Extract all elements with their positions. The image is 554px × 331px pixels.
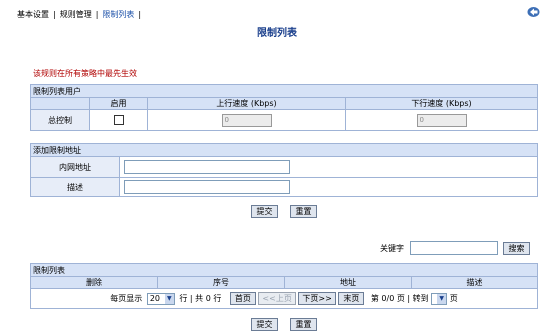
goto-suffix: 页 [449, 294, 458, 303]
goto-page-select[interactable]: ▼ [431, 292, 448, 305]
keyword-input[interactable] [410, 241, 498, 255]
page-suffix: 页 | 转到 [396, 294, 429, 303]
submit-button-bottom[interactable]: 提交 [251, 318, 278, 331]
keyword-label: 关键字 [380, 244, 404, 253]
description-input[interactable] [124, 180, 290, 194]
col-index: 序号 [157, 276, 285, 289]
add-address-table: 添加限制地址 内网地址 描述 [30, 143, 538, 197]
add-address-title: 添加限制地址 [30, 143, 538, 157]
nav-item-limit-list[interactable]: 限制列表 [102, 10, 134, 19]
reset-button-bottom[interactable]: 重置 [290, 318, 317, 331]
submit-button[interactable]: 提交 [251, 205, 278, 218]
chevron-down-icon[interactable]: ▼ [164, 293, 174, 304]
nav-item-basic-settings[interactable]: 基本设置 [17, 10, 49, 19]
col-download-speed: 下行速度 (Kbps) [345, 97, 538, 110]
col-delete: 删除 [30, 276, 158, 289]
last-page-button[interactable]: 末页 [338, 292, 365, 305]
limit-users-title: 限制列表用户 [30, 84, 538, 98]
rows-label: 行 | 共 [179, 294, 204, 303]
page-value: 0/0 [381, 294, 395, 303]
col-enable: 启用 [89, 97, 148, 110]
chevron-down-icon[interactable]: ▼ [437, 293, 447, 304]
rows-unit: 行 [213, 294, 222, 303]
intranet-address-label: 内网地址 [30, 156, 120, 178]
pager: 每页显示 20 ▼ 行 | 共 0 行 首页 <<上页 下页>> 末页 第 0/… [30, 288, 538, 309]
notice-text: 该规则在所有策略中最先生效 [33, 69, 137, 78]
col-address: 地址 [284, 276, 412, 289]
description-label: 描述 [30, 177, 120, 197]
nav-separator: | [138, 10, 142, 19]
limit-list-title: 限制列表 [30, 263, 538, 277]
download-speed-input[interactable]: 0 [416, 113, 467, 127]
enable-checkbox[interactable] [113, 115, 124, 125]
next-page-button[interactable]: 下页>> [298, 292, 336, 305]
limit-users-table: 限制列表用户 启用 上行速度 (Kbps) 下行速度 (Kbps) 总控制 0 … [30, 84, 538, 131]
per-page-label: 每页显示 [110, 294, 143, 303]
search-button[interactable]: 搜索 [503, 242, 530, 255]
limit-list-table: 限制列表 删除 序号 地址 描述 每页显示 20 ▼ 行 | 共 0 行 首页 … [30, 263, 538, 309]
col-description: 描述 [411, 276, 538, 289]
nav-separator: | [53, 10, 56, 19]
top-nav: 基本设置 | 规则管理 | 限制列表 | [17, 9, 145, 20]
total-rows: 0 [205, 294, 211, 303]
prev-page-button[interactable]: <<上页 [258, 292, 296, 305]
reset-button[interactable]: 重置 [290, 205, 317, 218]
col-upload-speed: 上行速度 (Kbps) [147, 97, 346, 110]
first-page-button[interactable]: 首页 [229, 292, 256, 305]
upload-speed-input[interactable]: 0 [221, 113, 272, 127]
intranet-address-input[interactable] [124, 160, 290, 174]
page-prefix: 第 [370, 294, 379, 303]
per-page-select[interactable]: 20 ▼ [146, 292, 175, 305]
page-title: 限制列表 [257, 28, 297, 39]
back-arrow-icon[interactable] [527, 5, 540, 18]
nav-item-rule-management[interactable]: 规则管理 [60, 10, 92, 19]
nav-separator: | [95, 10, 99, 19]
total-control-label: 总控制 [30, 109, 90, 131]
